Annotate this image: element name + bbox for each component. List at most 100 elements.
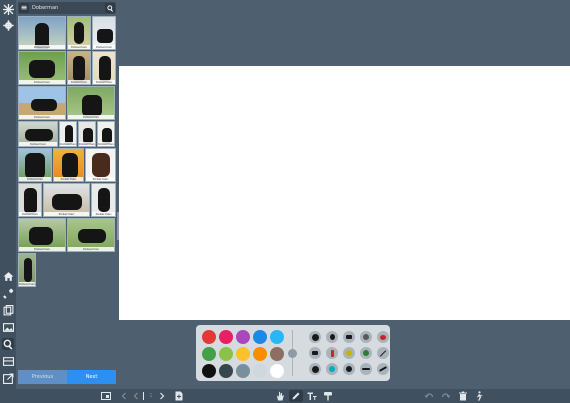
image-thumbnail[interactable]: Doberman [18,218,66,252]
ink-brush-icon[interactable] [326,331,338,343]
image-thumbnail[interactable]: Doberman [43,183,90,217]
results-row: Doberman Doberman Doberman Doberman [18,121,116,147]
water-brush-icon[interactable] [326,363,338,375]
line-tool-icon[interactable] [377,347,389,359]
round-brush-icon[interactable] [309,331,321,343]
thumbnail-caption: Doberman [44,212,89,216]
color-swatch[interactable] [236,364,250,378]
image-thumbnail[interactable]: Doberman [18,183,42,217]
settings-icon[interactable] [2,19,14,31]
color-palette [196,325,390,381]
thumbnail-caption: Doberman [98,142,114,146]
paint-roller-icon[interactable] [322,390,334,402]
color-swatch[interactable] [202,364,216,378]
image-thumbnail[interactable]: Doberman [18,253,36,287]
image-thumbnail[interactable]: Doberman [67,51,91,85]
image-thumbnail[interactable]: Doberman [92,51,116,85]
image-thumbnail[interactable]: Doberman [18,51,66,85]
drawing-canvas[interactable] [119,66,570,320]
page-view-icon[interactable] [100,390,112,402]
text-stamp-icon[interactable] [309,363,321,375]
image-thumbnail[interactable]: Doberman [67,86,115,120]
color-swatch[interactable] [270,330,284,344]
color-swatch[interactable] [202,330,216,344]
image-thumbnail[interactable]: Doberman [18,86,66,120]
thumbnail-caption: Doberman [68,247,114,251]
color-swatch[interactable] [236,347,250,361]
pen-tool-icon[interactable] [289,390,303,402]
search-input[interactable] [32,3,102,13]
results-row: Doberman Doberman [18,86,116,120]
next-button[interactable]: Next [67,370,116,384]
calligraphy-brush-icon[interactable] [343,331,355,343]
hand-tool-icon[interactable] [274,390,286,402]
color-swatch[interactable] [219,330,233,344]
image-thumbnail[interactable]: Doberman [91,183,116,217]
image-thumbnail[interactable]: Doberman [78,121,96,147]
image-thumbnail[interactable]: Doberman [18,121,58,147]
text-tool-icon[interactable] [306,390,318,402]
pencil-brush-icon[interactable] [326,347,338,359]
walk-animation-icon[interactable] [473,390,485,402]
pattern-brush-icon[interactable] [343,347,355,359]
results-row: Doberman Doberman Doberman [18,51,116,85]
search-button[interactable] [105,3,115,13]
results-row: Doberman Doberman Doberman [18,148,116,182]
curve-tool-icon[interactable] [360,363,372,375]
export-icon[interactable] [2,372,14,384]
undo-icon[interactable] [423,390,435,402]
image-thumbnail[interactable]: Doberman [53,148,84,182]
crayon-brush-icon[interactable] [309,347,321,359]
dotted-brush-icon[interactable] [360,347,372,359]
pages-icon[interactable] [2,304,14,316]
color-swatch[interactable] [219,364,233,378]
color-swatch[interactable] [253,347,267,361]
color-swatch[interactable] [219,347,233,361]
image-icon[interactable] [2,321,14,333]
image-thumbnail[interactable]: Doberman [18,16,66,50]
color-swatch[interactable] [253,364,267,378]
menu-icon[interactable]: ≡ [19,3,29,13]
thumbnail-caption: Doberman [19,115,65,119]
previous-page-icon[interactable] [131,390,141,402]
app-logo-icon[interactable] [2,3,14,15]
thumbnail-caption: Doberman [93,80,115,84]
results-row: Doberman Doberman Doberman [18,16,116,50]
image-thumbnail[interactable]: Doberman [85,148,116,182]
color-swatch[interactable] [270,364,284,378]
next-page-icon[interactable] [157,390,167,402]
color-swatch[interactable] [202,347,216,361]
thumbnail-caption: Doberman [86,177,115,181]
results-row: Doberman Doberman Doberman [18,183,116,217]
color-swatch[interactable] [270,347,284,361]
trash-icon[interactable] [457,390,469,402]
wrench-icon[interactable] [2,287,14,299]
thumbnail-caption: Doberman [92,212,115,216]
search-icon[interactable] [2,338,14,350]
glow-brush-icon[interactable] [343,363,355,375]
page-number: 1 [149,393,153,399]
results-row: Doberman [18,253,116,287]
brush-size-slider[interactable] [288,349,297,358]
first-page-icon[interactable] [119,390,129,402]
image-thumbnail[interactable]: Doberman [97,121,115,147]
image-thumbnail[interactable]: Doberman [18,148,52,182]
marker-brush-icon[interactable] [377,331,389,343]
page-indicator [143,392,144,400]
thumbnail-caption: Doberman [19,142,57,146]
image-results: Doberman Doberman Doberman Doberman Dobe… [18,16,116,288]
image-thumbnail[interactable]: Doberman [67,16,91,50]
zigzag-tool-icon[interactable] [377,363,389,375]
color-swatch[interactable] [253,330,267,344]
redo-icon[interactable] [440,390,452,402]
image-thumbnail[interactable]: Doberman [67,218,115,252]
previous-button[interactable]: Previous [18,370,67,384]
home-icon[interactable] [2,270,14,282]
image-thumbnail[interactable]: Doberman [92,16,116,50]
image-thumbnail[interactable]: Doberman [59,121,77,147]
spray-brush-icon[interactable] [360,331,372,343]
media-icon[interactable] [2,355,14,367]
thumbnail-caption: Doberman [19,212,41,216]
add-page-icon[interactable] [173,390,185,402]
color-swatch[interactable] [236,330,250,344]
